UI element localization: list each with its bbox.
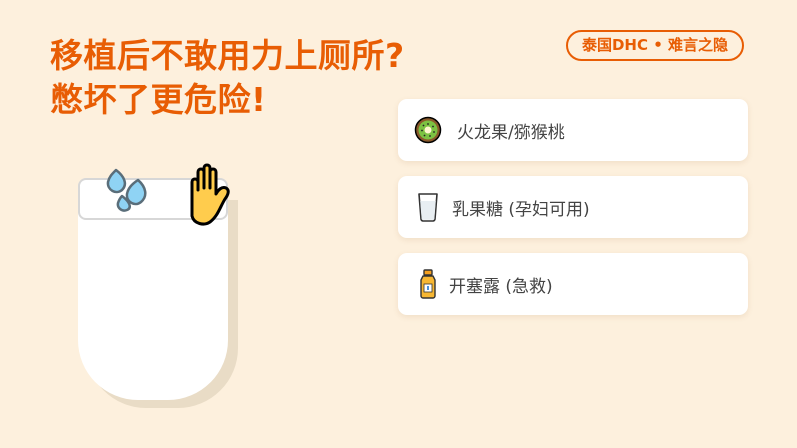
kiwi-icon xyxy=(413,114,443,146)
toilet-body xyxy=(78,210,228,400)
option-card-kiwi[interactable]: 火龙果/猕猴桃 xyxy=(398,99,748,161)
option-card-lactulose[interactable]: 乳果糖 (孕妇可用) xyxy=(398,176,748,238)
headline-line-2: 憋坏了更危险! xyxy=(50,80,267,119)
medicine-bottle-icon xyxy=(413,268,443,300)
option-label: 乳果糖 (孕妇可用) xyxy=(452,199,590,220)
option-label: 火龙果/猕猴桃 xyxy=(457,122,565,143)
brand-badge: 泰国DHC • 难言之隐 xyxy=(566,30,744,61)
raised-hand-icon xyxy=(190,163,230,226)
headline: 移植后不敢用力上厕所? 憋坏了更危险! xyxy=(50,34,405,122)
sweat-droplets-icon xyxy=(106,168,147,212)
headline-line-1: 移植后不敢用力上厕所? xyxy=(50,36,405,75)
option-card-glycerin[interactable]: 开塞露 (急救) xyxy=(398,253,748,315)
option-label: 开塞露 (急救) xyxy=(449,276,553,297)
milk-glass-icon xyxy=(413,191,443,223)
